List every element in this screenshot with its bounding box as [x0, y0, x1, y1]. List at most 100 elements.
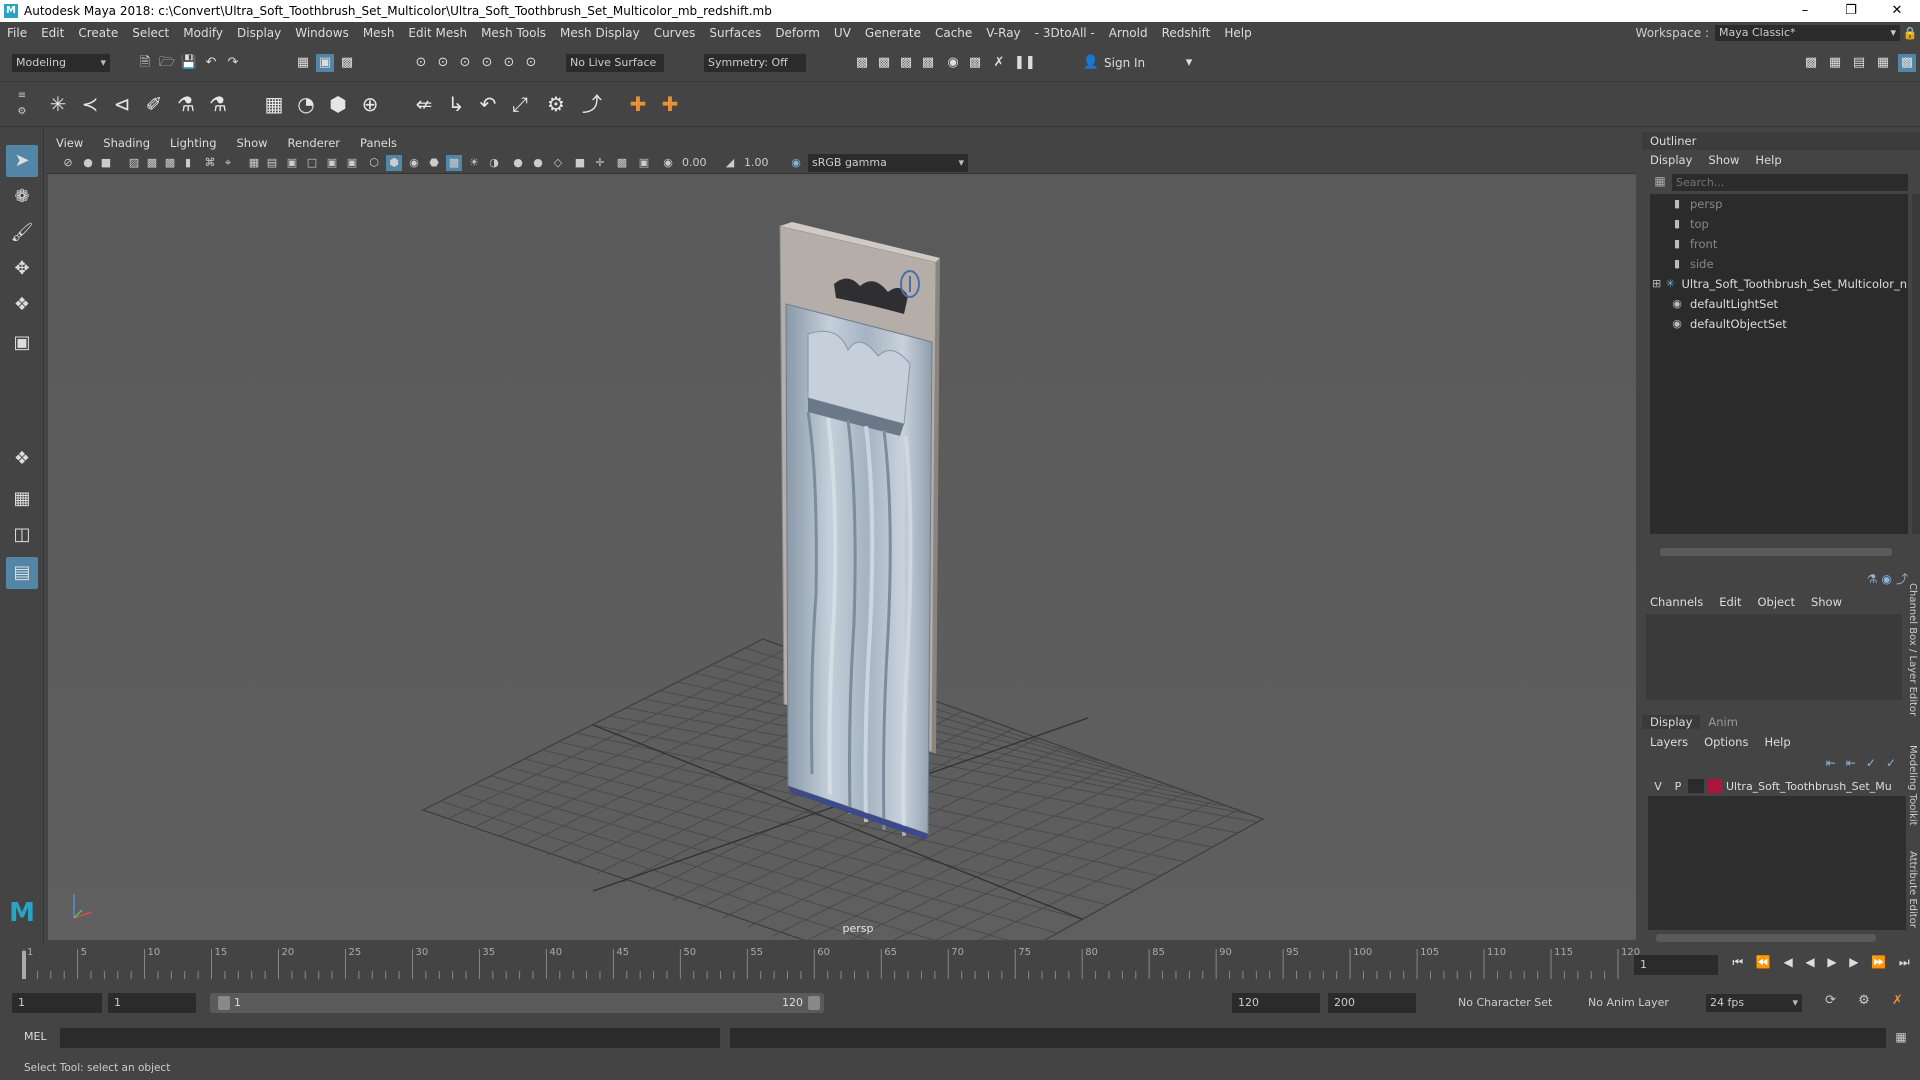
- close-button[interactable]: ✕: [1874, 0, 1920, 22]
- step-forward-key-icon[interactable]: ⏩: [1871, 955, 1886, 975]
- panel-menu-renderer[interactable]: Renderer: [278, 136, 351, 150]
- open-scene-icon[interactable]: 🗁: [158, 54, 176, 72]
- workspace-dropdown[interactable]: Maya Classic*: [1715, 25, 1900, 41]
- menu-surfaces[interactable]: Surfaces: [702, 26, 768, 40]
- layer-tools-icons[interactable]: ⇤⇤✓✓: [1806, 756, 1906, 772]
- camera-attr-icon[interactable]: ■: [98, 155, 114, 171]
- shadows-icon[interactable]: ☀: [466, 155, 482, 171]
- animation-start-field[interactable]: 1: [12, 993, 102, 1013]
- wire-deformer-icon[interactable]: ⬢: [324, 90, 352, 118]
- wireframe-icon[interactable]: ▦: [246, 155, 262, 171]
- gate-mask-icon[interactable]: ▣: [284, 155, 300, 171]
- paint-select-icon[interactable]: 🖌: [6, 217, 38, 249]
- outliner-item-front[interactable]: ▮ front: [1670, 234, 1920, 254]
- pivot-icon[interactable]: ✚: [656, 90, 684, 118]
- smooth-shade-icon[interactable]: ⬢: [386, 155, 402, 171]
- xray-joints-icon[interactable]: ✛: [592, 155, 608, 171]
- menu-deform[interactable]: Deform: [768, 26, 827, 40]
- layer-color-swatch[interactable]: [1708, 779, 1722, 793]
- current-time-indicator[interactable]: [22, 951, 26, 979]
- select-hierarchy-icon[interactable]: ▦: [294, 54, 312, 72]
- lock-camera-icon[interactable]: ●: [80, 155, 96, 171]
- panel-menu-show[interactable]: Show: [227, 136, 278, 150]
- constraint-pole-icon[interactable]: ⤴: [578, 90, 606, 118]
- menu-mesh[interactable]: Mesh: [356, 26, 402, 40]
- menu-edit-mesh[interactable]: Edit Mesh: [401, 26, 474, 40]
- redshift-ipr-icon[interactable]: ▩: [966, 54, 984, 72]
- panel-menu-view[interactable]: View: [46, 136, 93, 150]
- layer-name[interactable]: Ultra_Soft_Toothbrush_Set_Mu: [1726, 780, 1892, 793]
- step-back-frame-icon[interactable]: ◀: [1783, 955, 1792, 975]
- snap-surface-icon[interactable]: ⊙: [500, 54, 518, 72]
- menu-3dtoall[interactable]: - 3DtoAll -: [1028, 26, 1102, 40]
- layer-playback-toggle[interactable]: P: [1668, 780, 1688, 793]
- ik-spline-icon[interactable]: ⊲: [108, 90, 136, 118]
- locator-icon[interactable]: ✚: [624, 90, 652, 118]
- minimize-button[interactable]: –: [1782, 0, 1828, 22]
- panel-menu-lighting[interactable]: Lighting: [160, 136, 226, 150]
- menu-help[interactable]: Help: [1217, 26, 1258, 40]
- viewport-scene[interactable]: [48, 174, 1636, 940]
- lasso-tool-icon[interactable]: ❁: [6, 181, 38, 213]
- save-scene-icon[interactable]: 💾: [180, 54, 198, 72]
- lock-icon[interactable]: 🔒: [1900, 26, 1920, 40]
- xray-icon[interactable]: ▩: [446, 155, 462, 171]
- exposure-field[interactable]: 0.00: [678, 154, 718, 172]
- move-tool-icon[interactable]: ✥: [6, 253, 38, 285]
- ambient-occlusion-icon[interactable]: ◑: [486, 155, 502, 171]
- redo-icon[interactable]: ↷: [224, 54, 242, 72]
- safe-action-icon[interactable]: ▣: [324, 155, 340, 171]
- menu-display[interactable]: Display: [230, 26, 288, 40]
- redshift-stop-icon[interactable]: ✗: [990, 54, 1008, 72]
- soft-select-icon[interactable]: ❖: [6, 443, 38, 475]
- panel-menu-panels[interactable]: Panels: [350, 136, 407, 150]
- filter-icon[interactable]: ▦: [1652, 174, 1668, 190]
- animation-end-field[interactable]: 200: [1328, 993, 1416, 1013]
- step-back-key-icon[interactable]: ⏪: [1756, 955, 1771, 975]
- layer-tab-anim[interactable]: Anim: [1700, 715, 1746, 729]
- character-set-dropdown[interactable]: No Character Set: [1434, 993, 1568, 1013]
- outliner-menu-display[interactable]: Display: [1642, 153, 1700, 167]
- human-ik-icon[interactable]: ⚗: [204, 90, 232, 118]
- channels-menu-show[interactable]: Show: [1803, 595, 1850, 609]
- shelf-tabs-icon[interactable]: ≡ ⚙: [14, 88, 30, 122]
- constraint-point-icon[interactable]: ↳: [442, 90, 470, 118]
- use-lights-icon[interactable]: ⬣: [426, 155, 442, 171]
- side-tab-attribute-editor[interactable]: Attribute Editor: [1907, 851, 1918, 928]
- ipr-render-icon[interactable]: ▩: [875, 54, 893, 72]
- layer-row[interactable]: V P Ultra_Soft_Toothbrush_Set_Mu: [1648, 776, 1906, 796]
- menu-modify[interactable]: Modify: [176, 26, 230, 40]
- snap-edge-icon[interactable]: ⊙: [522, 54, 540, 72]
- color-management-icon[interactable]: ◉: [788, 155, 804, 171]
- scale-tool-icon[interactable]: ▣: [6, 327, 38, 359]
- channels-menu-channels[interactable]: Channels: [1642, 595, 1711, 609]
- 2d-pan-icon[interactable]: ▩: [162, 155, 178, 171]
- outliner-menu-show[interactable]: Show: [1700, 153, 1747, 167]
- image-plane-icon[interactable]: ▩: [144, 155, 160, 171]
- joint-tool-icon[interactable]: ✳: [44, 90, 72, 118]
- menu-vray[interactable]: V-Ray: [979, 26, 1027, 40]
- viewport-persp[interactable]: persp: [48, 174, 1636, 940]
- motion-blur-icon[interactable]: ●: [510, 155, 526, 171]
- gamma-icon[interactable]: ◢: [722, 155, 738, 171]
- menu-windows[interactable]: Windows: [288, 26, 356, 40]
- layers-menu-options[interactable]: Options: [1696, 735, 1756, 749]
- constraint-aim-icon[interactable]: ↶: [474, 90, 502, 118]
- pause-icon[interactable]: ❚❚: [1014, 54, 1036, 72]
- constraint-parent-icon[interactable]: ⇍: [410, 90, 438, 118]
- snap-curve-icon[interactable]: ⊙: [434, 54, 452, 72]
- select-component-icon[interactable]: ▩: [338, 54, 356, 72]
- menu-arnold[interactable]: Arnold: [1102, 26, 1155, 40]
- layers-menu-layers[interactable]: Layers: [1642, 735, 1696, 749]
- toggle-channel-box-icon[interactable]: ▦: [1874, 54, 1892, 72]
- wireframe-shaded-icon[interactable]: ⬡: [366, 155, 382, 171]
- snap-view-icon[interactable]: ⊙: [478, 54, 496, 72]
- select-object-icon[interactable]: ▣: [316, 54, 334, 72]
- layer-visibility-toggle[interactable]: V: [1648, 780, 1668, 793]
- outliner-hscrollbar[interactable]: [1660, 548, 1892, 556]
- chevron-down-icon[interactable]: ▾: [1180, 54, 1198, 72]
- menu-file[interactable]: File: [0, 26, 34, 40]
- user-icon[interactable]: 👤: [1082, 54, 1100, 72]
- undo-icon[interactable]: ↶: [202, 54, 220, 72]
- layer-hscrollbar[interactable]: [1656, 934, 1876, 942]
